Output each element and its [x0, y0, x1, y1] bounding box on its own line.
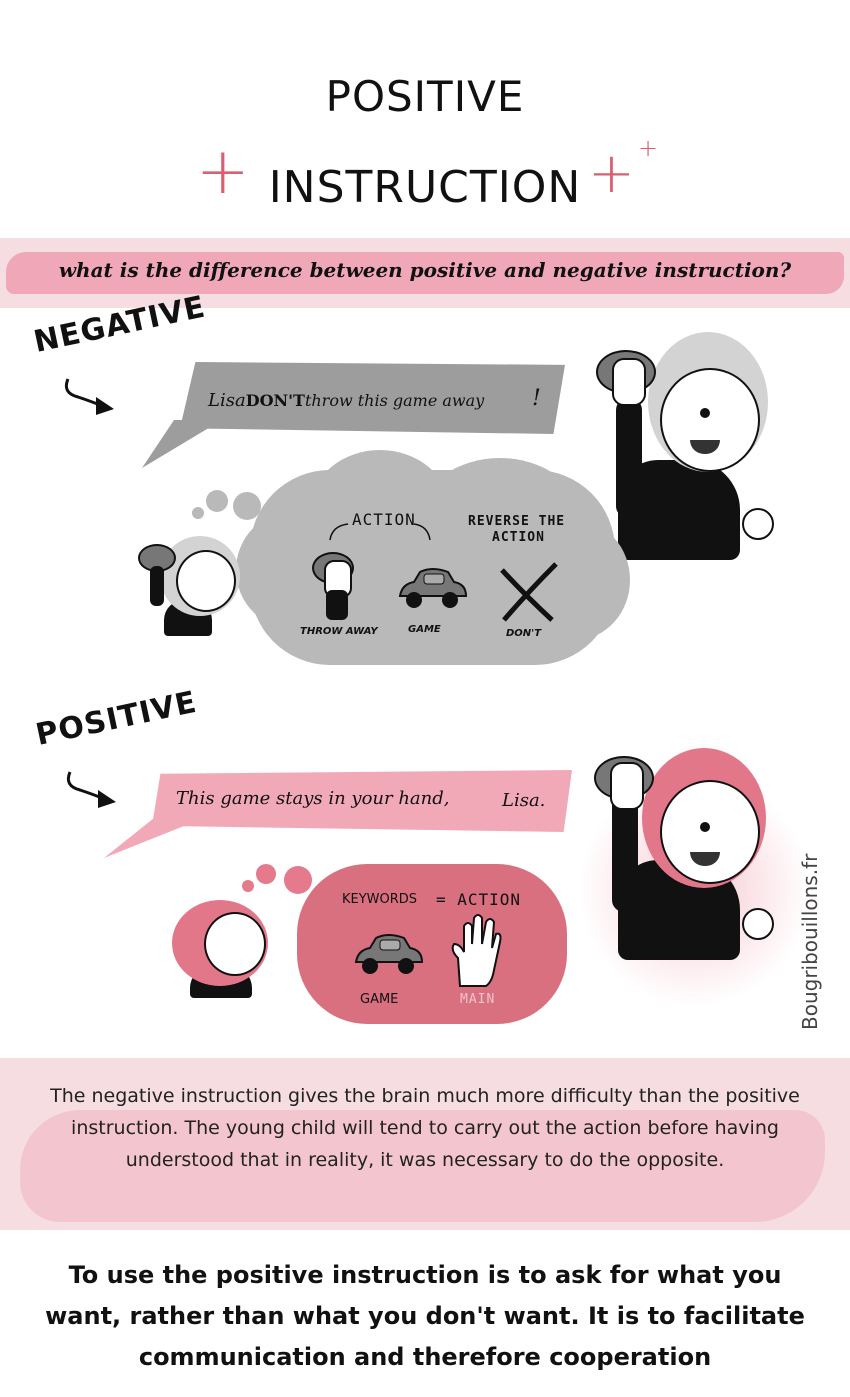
caption-dont: DON'T	[506, 628, 542, 639]
cloud-keywords-label: KEYWORDS	[342, 892, 418, 907]
thought-dot	[284, 866, 312, 894]
plus-decoration-left: +	[196, 135, 250, 209]
positive-label: POSITIVE	[32, 684, 201, 753]
thought-dot	[256, 864, 276, 884]
thought-dot	[242, 880, 254, 892]
open-hand-icon	[451, 914, 502, 987]
caption-game-negative: GAME	[408, 624, 441, 635]
plus-decoration-small: +	[638, 134, 659, 162]
girl-face-negative	[660, 368, 760, 472]
speech-negative-name: Lisa	[208, 390, 246, 411]
thought-cloud-positive	[297, 864, 567, 1024]
speech-negative: LisaDON'Tthrow this game away	[208, 390, 484, 411]
girl-hand-positive	[610, 762, 644, 810]
speech-positive-text: This game stays in your hand,	[176, 788, 450, 809]
speech-negative-emphasis: DON'T	[245, 391, 305, 410]
plus-decoration-right: +	[588, 141, 635, 206]
girl-face-positive	[660, 780, 760, 884]
cloud-reverse-label-2: ACTION	[492, 530, 545, 545]
credit-text: Bougribouillons.fr	[798, 853, 822, 1030]
small-girl-face-positive	[204, 912, 266, 976]
arrow-icon-negative	[64, 378, 114, 415]
caption-game-positive: GAME	[360, 992, 399, 1007]
arrow-icon-positive	[66, 771, 116, 808]
speech-negative-exclamation: !	[532, 386, 541, 411]
speech-negative-text: throw this game away	[304, 391, 485, 410]
cross-icon	[500, 562, 558, 622]
cloud-reverse-label-1: REVERSE THE	[468, 514, 566, 529]
page-title-line1: POSITIVE	[325, 72, 525, 121]
page-title-line2: INSTRUCTION	[268, 162, 582, 213]
girl-arm-negative	[616, 398, 642, 518]
credit-watermark: Bougribouillons.fr	[798, 820, 850, 1040]
arm-throw-icon	[326, 590, 348, 620]
girl-fist-positive	[742, 908, 774, 940]
girl-eye-positive	[700, 822, 710, 832]
girl-hand-negative	[612, 358, 646, 406]
car-icon	[354, 934, 424, 974]
small-girl-face-negative	[176, 550, 236, 612]
explanation-text: The negative instruction gives the brain…	[50, 1085, 800, 1171]
thought-dot	[206, 490, 228, 512]
small-girl-arm-negative	[150, 566, 164, 606]
thought-dot	[192, 507, 204, 519]
conclusion-text: To use the positive instruction is to as…	[45, 1261, 805, 1371]
girl-fist-negative	[742, 508, 774, 540]
car-icon	[398, 568, 468, 608]
speech-positive-name: Lisa.	[502, 790, 546, 811]
caption-throw-away: THROW AWAY	[300, 626, 378, 637]
action-arrows-icon	[329, 523, 431, 541]
cloud-equals-action: = ACTION	[436, 890, 522, 909]
caption-main: MAIN	[460, 992, 496, 1007]
girl-eye-negative	[700, 408, 710, 418]
question-text: what is the difference between positive …	[58, 258, 792, 282]
